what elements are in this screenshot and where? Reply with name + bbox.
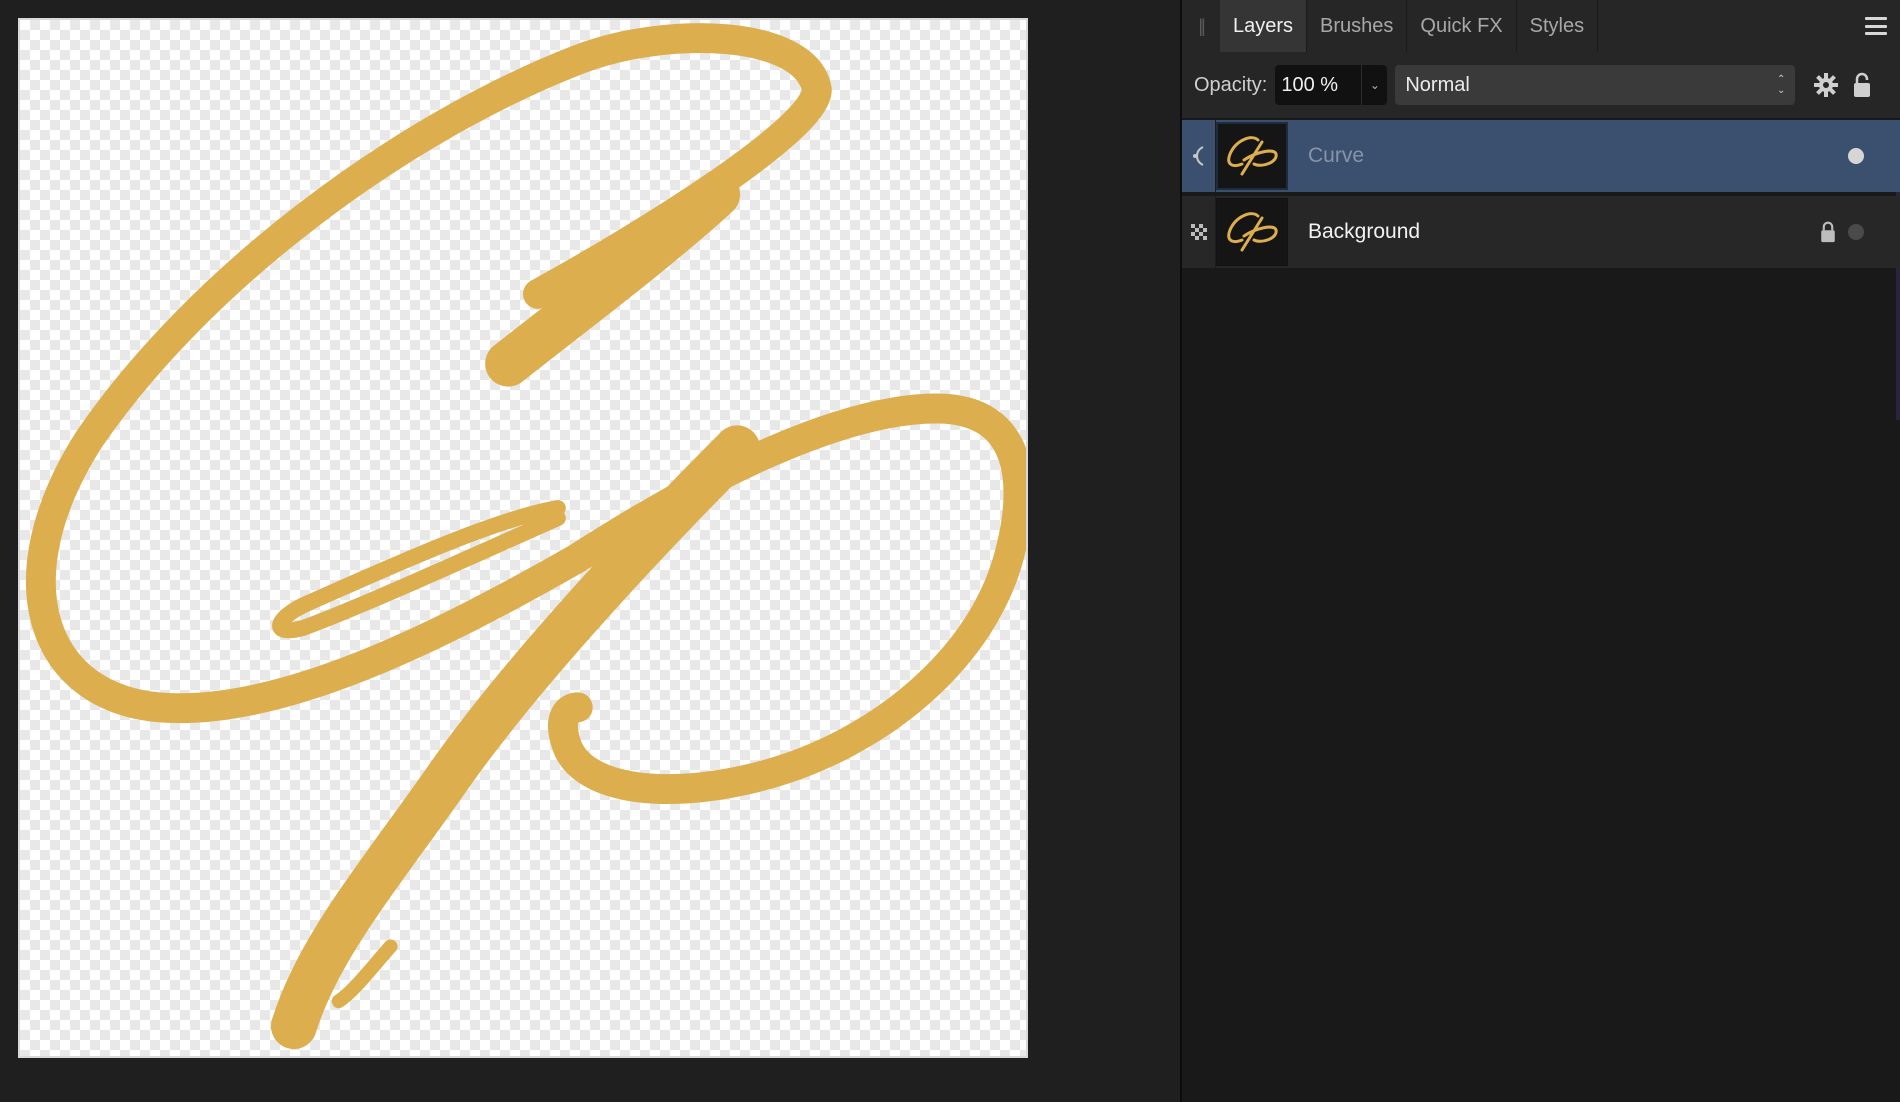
inner-loop-stroke [272,500,566,639]
layer-type-slot [1182,120,1216,192]
canvas-area[interactable] [0,0,1180,1102]
gear-icon [1814,73,1839,97]
lock-layer-button[interactable] [1849,70,1875,100]
opacity-label: Opacity: [1194,73,1268,96]
layers-studio-panel: || Layers Brushes Quick FX Styles Opacit… [1180,0,1900,1102]
gp-monogram-artwork[interactable] [20,20,1026,1056]
layer-row-curve[interactable]: Curve [1182,120,1900,192]
panel-menu-button[interactable] [1850,0,1900,52]
layer-type-slot [1182,196,1216,268]
curve-tool-icon [1192,146,1204,166]
p-bowl-stroke [548,393,1026,804]
layer-thumbnail [1216,198,1288,266]
blend-mode-value: Normal [1405,73,1470,96]
tab-brushes[interactable]: Brushes [1307,0,1408,52]
gp-thumbnail-icon [1227,212,1278,252]
panel-tab-bar: || Layers Brushes Quick FX Styles [1182,0,1900,52]
layers-list: Curve Background [1182,120,1900,272]
visibility-dot-icon[interactable] [1848,148,1864,164]
tab-spacer [1598,0,1850,52]
layer-name[interactable]: Background [1308,220,1814,244]
up-down-chevron-icon: ⌃ ⌄ [1776,74,1786,96]
gp-thumbnail-icon [1227,136,1278,176]
tab-quick-fx[interactable]: Quick FX [1407,0,1517,52]
blend-mode-select[interactable]: Normal ⌃ ⌄ [1395,65,1796,105]
layer-thumbnail [1216,122,1288,190]
layer-settings-button[interactable] [1813,70,1839,100]
opacity-input[interactable]: 100 % [1275,65,1362,105]
document-canvas[interactable] [18,18,1028,1058]
padlock-icon [1821,221,1835,243]
g-loop-stroke [25,23,832,724]
pixel-layer-icon [1190,224,1207,240]
opacity-dropdown-button[interactable]: ⌄ [1361,65,1388,105]
layer-row-background[interactable]: Background [1182,196,1900,268]
visibility-dot-icon[interactable] [1848,224,1864,240]
layer-name[interactable]: Curve [1308,144,1814,168]
padlock-icon [1854,72,1871,97]
panel-grip-handle[interactable]: || [1182,0,1220,52]
hamburger-menu-icon [1865,17,1887,35]
tab-styles[interactable]: Styles [1517,0,1599,52]
layer-controls-bar: Opacity: 100 % ⌄ Normal ⌃ ⌄ [1182,52,1900,118]
chevron-down-icon: ⌄ [1369,78,1380,92]
layer-lock-slot[interactable] [1814,221,1842,243]
tab-layers[interactable]: Layers [1220,0,1308,52]
